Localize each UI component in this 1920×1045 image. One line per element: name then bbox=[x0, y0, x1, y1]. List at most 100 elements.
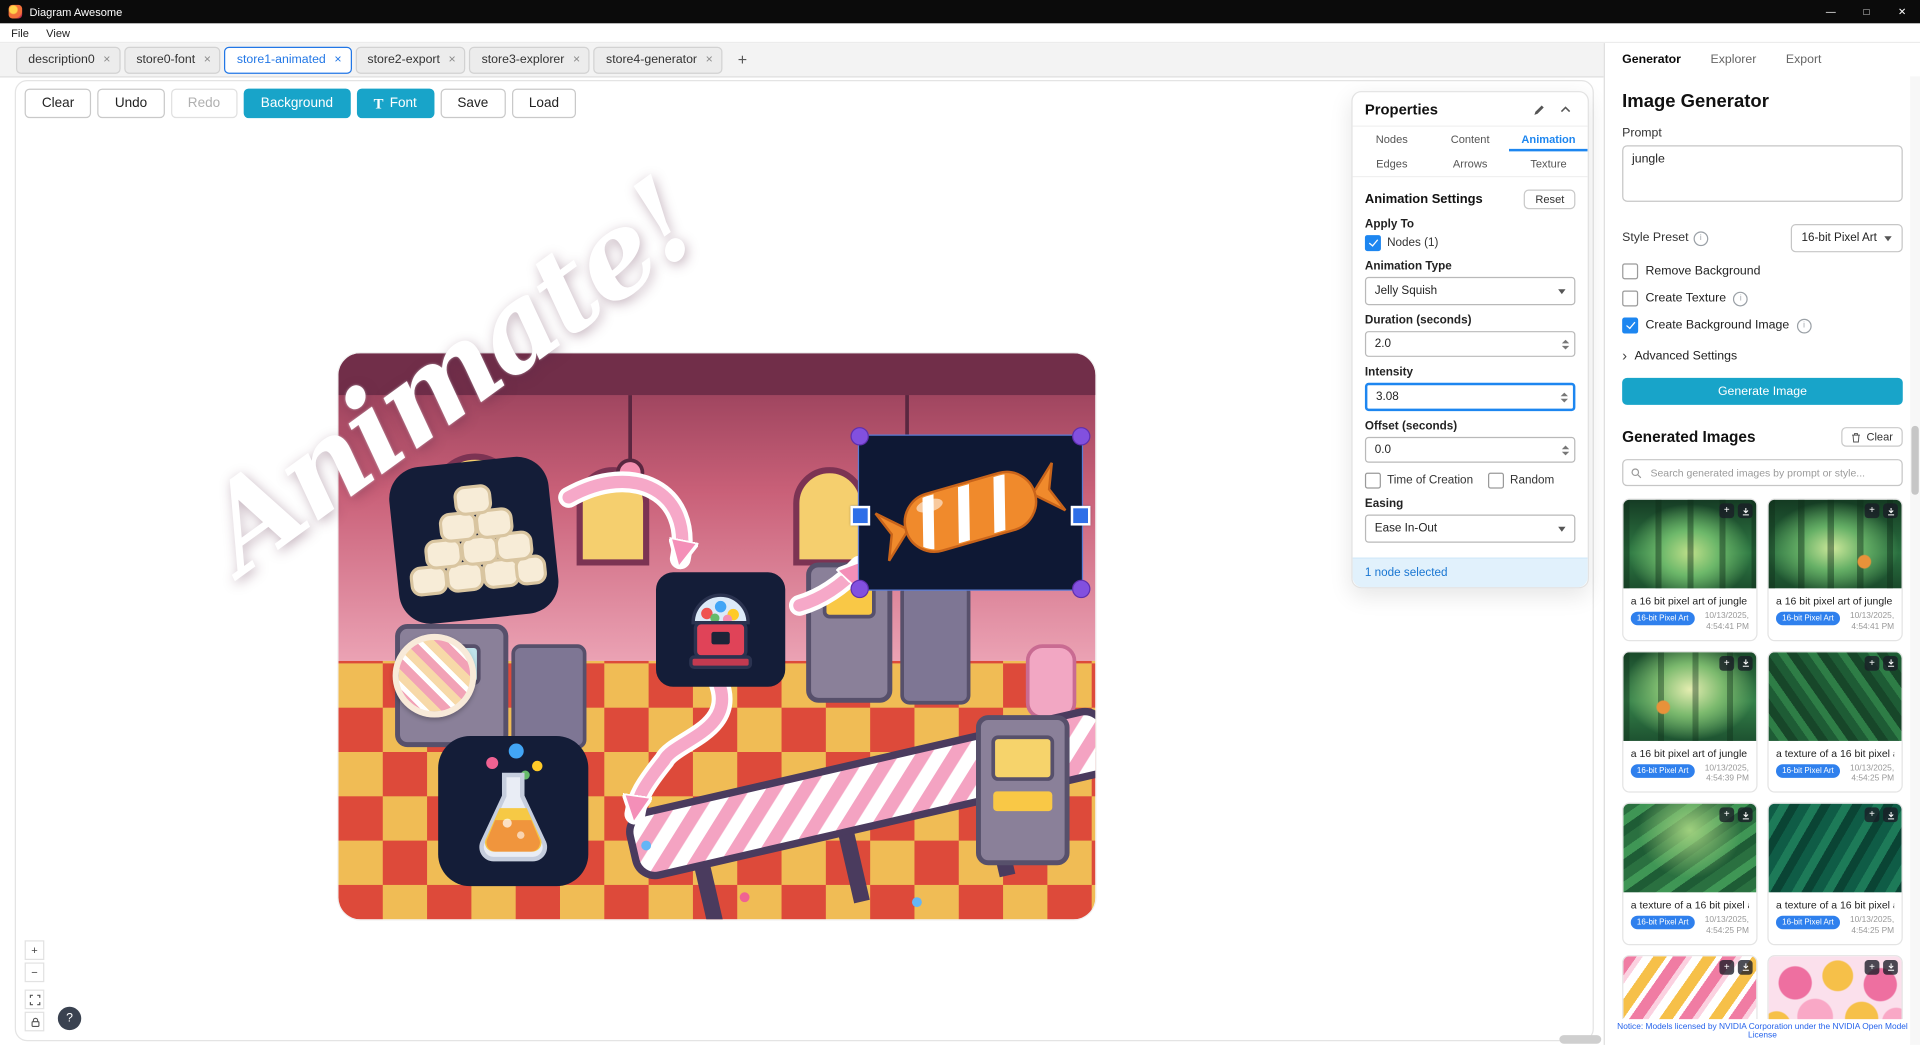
add-to-canvas-icon[interactable]: + bbox=[1865, 960, 1880, 975]
spinner-icon[interactable] bbox=[1562, 445, 1569, 455]
prompt-input[interactable]: jungle bbox=[1622, 145, 1903, 202]
info-icon[interactable]: i bbox=[1733, 291, 1748, 306]
node-gumball-machine[interactable] bbox=[656, 572, 785, 686]
tab-store4-generator[interactable]: store4-generator × bbox=[594, 46, 723, 73]
prop-tab-animation[interactable]: Animation bbox=[1509, 127, 1587, 152]
sidebar-tab-generator[interactable]: Generator bbox=[1622, 53, 1681, 67]
generated-image-thumbnail[interactable]: + bbox=[1769, 652, 1902, 741]
resize-handle-left[interactable] bbox=[850, 505, 870, 525]
clear-generated-button[interactable]: Clear bbox=[1842, 427, 1903, 447]
download-icon[interactable] bbox=[1883, 503, 1898, 518]
generated-image-thumbnail[interactable]: + bbox=[1769, 500, 1902, 589]
add-to-canvas-icon[interactable]: + bbox=[1865, 503, 1880, 518]
tab-close-icon[interactable]: × bbox=[706, 54, 713, 66]
tab-close-icon[interactable]: × bbox=[103, 54, 110, 66]
redo-button[interactable]: Redo bbox=[171, 89, 238, 119]
prop-tab-nodes[interactable]: Nodes bbox=[1353, 127, 1431, 152]
prop-tab-arrows[interactable]: Arrows bbox=[1431, 151, 1509, 176]
lock-button[interactable] bbox=[25, 1012, 45, 1032]
easing-select[interactable]: Ease In-Out bbox=[1365, 514, 1575, 542]
advanced-settings-toggle[interactable]: › Advanced Settings bbox=[1622, 348, 1903, 363]
add-to-canvas-icon[interactable]: + bbox=[1719, 656, 1734, 671]
font-toggle-button[interactable]: T Font bbox=[356, 89, 434, 119]
offset-input[interactable] bbox=[1365, 437, 1575, 463]
generated-image-card[interactable]: + bbox=[1767, 955, 1902, 1019]
generated-image-thumbnail[interactable]: + bbox=[1769, 956, 1902, 1019]
intensity-value[interactable] bbox=[1367, 385, 1573, 408]
prop-tab-content[interactable]: Content bbox=[1431, 127, 1509, 152]
download-icon[interactable] bbox=[1883, 808, 1898, 823]
tab-store0-font[interactable]: store0-font × bbox=[124, 46, 221, 73]
edit-pencil-icon[interactable] bbox=[1529, 101, 1549, 118]
prop-tab-texture[interactable]: Texture bbox=[1509, 151, 1587, 176]
generated-image-thumbnail[interactable]: + bbox=[1769, 804, 1902, 893]
node-potion-flask[interactable] bbox=[438, 736, 588, 886]
minimize-button[interactable]: — bbox=[1813, 0, 1849, 23]
generated-image-card[interactable]: + a texture of a 16 bit pixel art o 16-b… bbox=[1622, 803, 1757, 945]
save-button[interactable]: Save bbox=[440, 89, 505, 119]
undo-button[interactable]: Undo bbox=[98, 89, 165, 119]
generated-image-card[interactable]: + a 16 bit pixel art of jungle 16-bit Pi… bbox=[1767, 498, 1902, 640]
flow-canvas[interactable]: Clear Undo Redo Background T Font Save L… bbox=[0, 78, 1604, 1045]
spinner-icon[interactable] bbox=[1562, 339, 1569, 349]
tab-close-icon[interactable]: × bbox=[573, 54, 580, 66]
time-of-creation-checkbox[interactable] bbox=[1365, 473, 1381, 489]
generated-image-thumbnail[interactable]: + bbox=[1623, 956, 1756, 1019]
help-button[interactable]: ? bbox=[58, 1007, 81, 1030]
create-texture-checkbox[interactable] bbox=[1622, 290, 1638, 306]
sidebar-scrollbar-thumb[interactable] bbox=[1911, 426, 1918, 495]
tab-close-icon[interactable]: × bbox=[334, 54, 341, 66]
resize-handle-bottom-right[interactable] bbox=[1072, 580, 1090, 598]
collapse-chevron-up-icon[interactable] bbox=[1556, 101, 1576, 118]
add-to-canvas-icon[interactable]: + bbox=[1865, 656, 1880, 671]
generated-image-thumbnail[interactable]: + bbox=[1623, 804, 1756, 893]
generated-image-card[interactable]: + a texture of a 16 bit pixel art o 16-b… bbox=[1767, 651, 1902, 793]
search-input[interactable] bbox=[1648, 465, 1894, 480]
resize-handle-right[interactable] bbox=[1071, 505, 1091, 525]
generated-image-thumbnail[interactable]: + bbox=[1623, 652, 1756, 741]
tab-close-icon[interactable]: × bbox=[449, 54, 456, 66]
maximize-button[interactable]: □ bbox=[1849, 0, 1885, 23]
tab-close-icon[interactable]: × bbox=[204, 54, 211, 66]
random-checkbox[interactable] bbox=[1488, 473, 1504, 489]
download-icon[interactable] bbox=[1883, 656, 1898, 671]
canvas-scrollbar-thumb[interactable] bbox=[1559, 1035, 1601, 1044]
resize-handle-top-left[interactable] bbox=[850, 427, 868, 445]
duration-value[interactable] bbox=[1366, 332, 1574, 355]
offset-value[interactable] bbox=[1366, 438, 1574, 461]
menu-file[interactable]: File bbox=[2, 26, 37, 38]
node-candy-selected[interactable] bbox=[858, 434, 1083, 590]
nodes-checkbox[interactable] bbox=[1365, 235, 1381, 251]
download-icon[interactable] bbox=[1883, 960, 1898, 975]
spinner-icon[interactable] bbox=[1561, 392, 1568, 402]
tab-store1-animated[interactable]: store1-animated × bbox=[225, 46, 352, 73]
intensity-input[interactable] bbox=[1365, 383, 1575, 411]
clear-button[interactable]: Clear bbox=[25, 89, 92, 119]
reset-button[interactable]: Reset bbox=[1524, 190, 1575, 210]
resize-handle-top-right[interactable] bbox=[1072, 427, 1090, 445]
tab-description0[interactable]: description0 × bbox=[16, 46, 120, 73]
info-icon[interactable]: i bbox=[1797, 318, 1812, 333]
sidebar-tab-export[interactable]: Export bbox=[1786, 53, 1822, 67]
create-background-image-checkbox[interactable] bbox=[1622, 318, 1638, 334]
sidebar-scrollbar[interactable] bbox=[1910, 76, 1920, 1045]
sidebar-tab-explorer[interactable]: Explorer bbox=[1711, 53, 1757, 67]
add-to-canvas-icon[interactable]: + bbox=[1719, 503, 1734, 518]
generated-image-card[interactable]: + a texture of a 16 bit pixel art o 16-b… bbox=[1767, 803, 1902, 945]
add-to-canvas-icon[interactable]: + bbox=[1719, 808, 1734, 823]
zoom-out-button[interactable]: − bbox=[25, 962, 45, 982]
background-toggle-button[interactable]: Background bbox=[244, 89, 351, 119]
zoom-in-button[interactable]: + bbox=[25, 940, 45, 960]
tab-store3-explorer[interactable]: store3-explorer × bbox=[469, 46, 590, 73]
tab-store2-export[interactable]: store2-export × bbox=[355, 46, 465, 73]
download-icon[interactable] bbox=[1738, 503, 1753, 518]
style-preset-select[interactable]: 16-bit Pixel Art bbox=[1790, 224, 1902, 252]
generated-search[interactable] bbox=[1622, 459, 1903, 486]
add-to-canvas-icon[interactable]: + bbox=[1719, 960, 1734, 975]
new-tab-button[interactable]: + bbox=[731, 49, 753, 71]
animation-type-select[interactable]: Jelly Squish bbox=[1365, 277, 1575, 305]
download-icon[interactable] bbox=[1738, 960, 1753, 975]
download-icon[interactable] bbox=[1738, 656, 1753, 671]
prop-tab-edges[interactable]: Edges bbox=[1353, 151, 1431, 176]
remove-background-checkbox[interactable] bbox=[1622, 263, 1638, 279]
